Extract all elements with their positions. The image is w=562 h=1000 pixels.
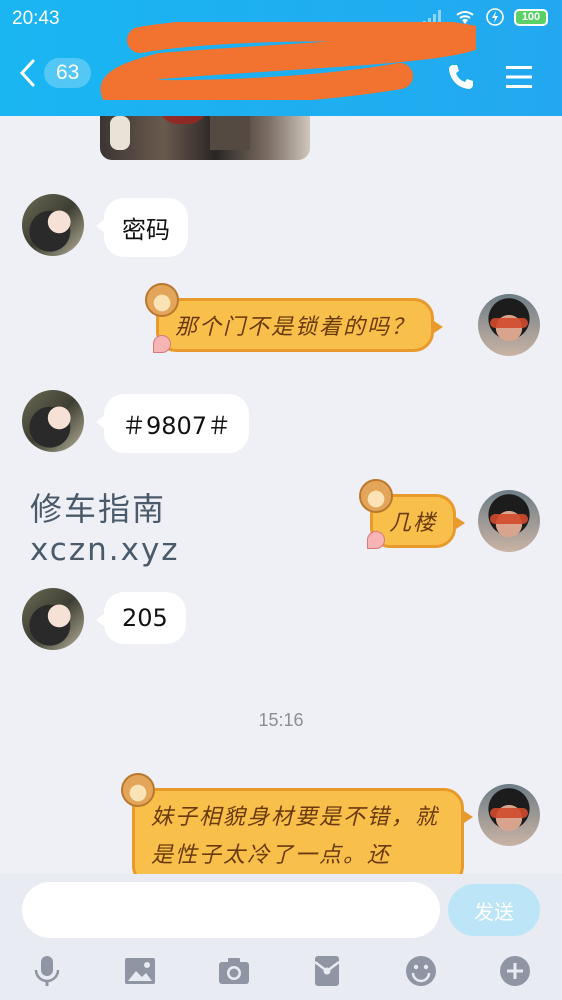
redacted-title-scribble xyxy=(100,22,476,100)
outgoing-message[interactable]: 几楼 xyxy=(359,479,466,549)
outgoing-message[interactable]: 妹子相貌身材要是不错，就是性子太冷了一点。还 xyxy=(121,773,473,874)
send-button[interactable]: 发送 xyxy=(448,884,540,936)
contact-avatar[interactable] xyxy=(22,588,84,650)
peach-icon xyxy=(153,335,171,353)
incoming-message[interactable]: 205 xyxy=(96,592,186,644)
back-chevron-icon xyxy=(19,59,35,87)
watermark-title: 修车指南 xyxy=(30,490,167,528)
message-list[interactable]: 密码 那个门不是锁着的吗？ ＃9807＃ 修车指南 xczn.xyz 几楼 20… xyxy=(0,116,562,874)
message-input[interactable] xyxy=(22,882,440,938)
battery-level: 100 xyxy=(521,11,541,23)
timestamp: 15:16 xyxy=(258,710,304,730)
contact-avatar[interactable] xyxy=(22,390,84,452)
monkey-sticker-icon xyxy=(121,773,155,807)
my-avatar[interactable] xyxy=(478,294,540,356)
my-avatar[interactable] xyxy=(478,784,540,846)
input-bar: 发送 xyxy=(0,874,562,1000)
monkey-sticker-icon xyxy=(359,479,393,513)
phone-icon[interactable] xyxy=(446,62,476,92)
charging-icon xyxy=(486,8,504,26)
outgoing-message-text: 妹子相貌身材要是不错，就是性子太冷了一点。还 xyxy=(151,805,440,868)
outgoing-message-text: 几楼 xyxy=(389,511,438,536)
red-packet-icon[interactable] xyxy=(310,954,344,988)
incoming-message[interactable]: ＃9807＃ xyxy=(95,394,250,453)
menu-icon[interactable] xyxy=(504,64,534,90)
microphone-icon[interactable] xyxy=(30,954,64,988)
emoji-icon[interactable] xyxy=(404,954,438,988)
status-time: 20:43 xyxy=(12,8,60,29)
input-toolbar xyxy=(0,954,562,1000)
battery-indicator: 100 xyxy=(514,8,548,26)
peach-icon xyxy=(367,531,385,549)
incoming-message[interactable]: 密码 xyxy=(96,198,188,257)
plus-icon[interactable] xyxy=(498,954,532,988)
watermark: 修车指南 xczn.xyz xyxy=(30,484,180,568)
camera-icon[interactable] xyxy=(217,954,251,988)
chat-header: 20:43 100 63 xyxy=(0,0,562,116)
unread-count-badge: 63 xyxy=(44,58,92,88)
my-avatar[interactable] xyxy=(478,490,540,552)
monkey-sticker-icon xyxy=(145,283,179,317)
image-icon[interactable] xyxy=(123,954,157,988)
watermark-url: xczn.xyz xyxy=(30,532,180,568)
outgoing-message[interactable]: 那个门不是锁着的吗？ xyxy=(145,283,444,353)
contact-avatar[interactable] xyxy=(22,194,84,256)
back-button[interactable]: 63 xyxy=(18,58,92,88)
outgoing-message-text: 那个门不是锁着的吗？ xyxy=(175,315,416,340)
image-message[interactable] xyxy=(100,116,310,160)
